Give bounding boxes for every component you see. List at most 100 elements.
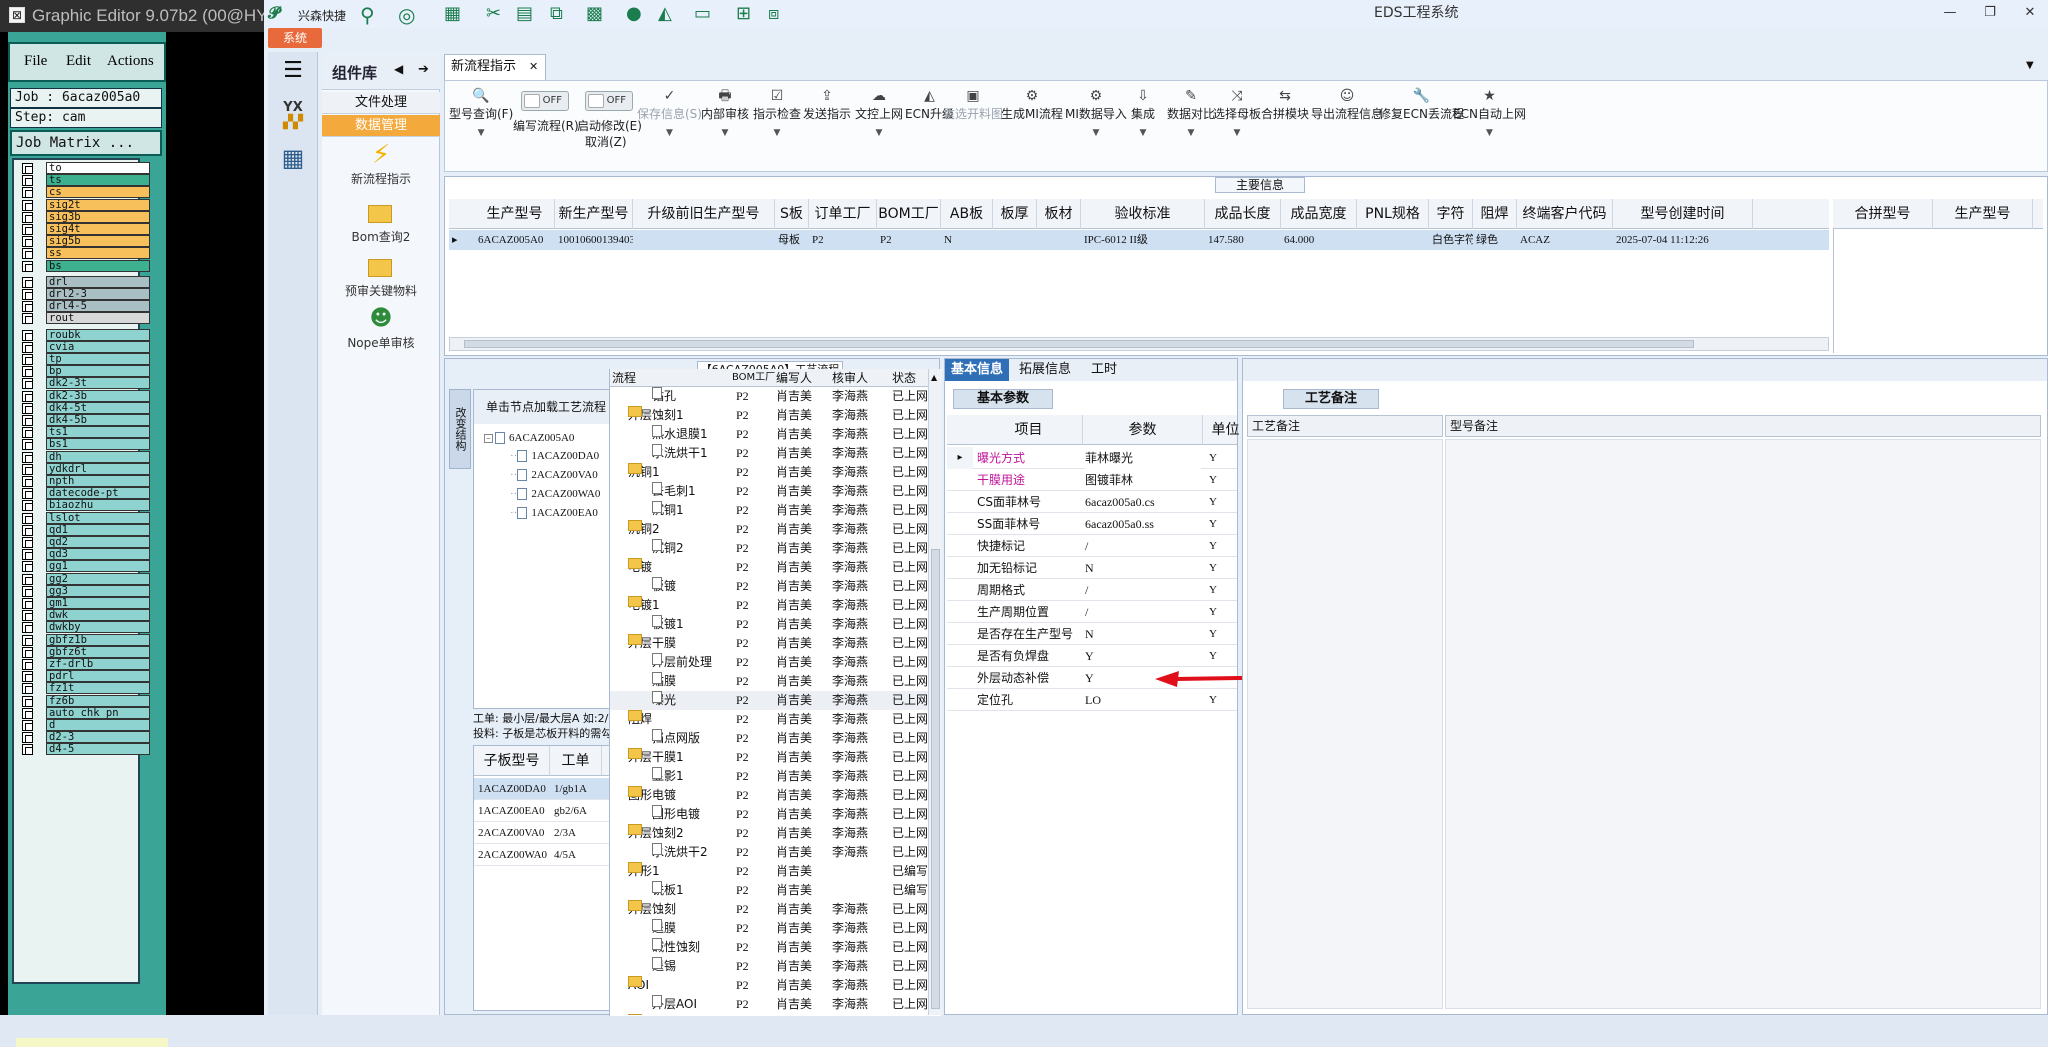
step-row[interactable]: −电镀1 P2 肖吉美 李海燕 已上网: [610, 596, 928, 615]
dropdown-arrow-icon[interactable]: ▼: [1453, 128, 1526, 138]
layer-row[interactable]: cvia: [18, 340, 150, 353]
layer-checkbox[interactable]: [22, 646, 33, 658]
tree-child-node[interactable]: ·· 2ACAZ00VA0: [510, 469, 598, 482]
basic-params-subtab[interactable]: 基本参数: [953, 389, 1053, 409]
layer-checkbox[interactable]: [22, 236, 33, 248]
layer-checkbox[interactable]: [22, 329, 33, 341]
dropdown-arrow-icon[interactable]: ▼: [449, 128, 513, 138]
toggle-switch[interactable]: OFF: [521, 91, 569, 111]
step-row[interactable]: −阻焊 P2 肖吉美 李海燕 已上网: [610, 710, 928, 729]
dropdown-arrow-icon[interactable]: ▼: [855, 128, 903, 138]
system-tab[interactable]: 系统: [268, 28, 322, 48]
layer-checkbox[interactable]: [22, 313, 33, 325]
layer-row[interactable]: sig3b: [18, 210, 150, 223]
layer-checkbox[interactable]: [22, 561, 33, 573]
step-row[interactable]: −外层蚀刻 P2 肖吉美 李海燕 已上网: [610, 900, 928, 919]
basic-column-header[interactable]: 参数: [1083, 415, 1203, 445]
layer-checkbox[interactable]: [22, 732, 33, 744]
hamburger-menu-icon[interactable]: ☰: [275, 58, 311, 92]
change-structure-tab[interactable]: 改变结构: [449, 389, 471, 469]
step-row[interactable]: 热水退膜1 P2 肖吉美 李海燕 已上网: [610, 425, 928, 444]
layer-checkbox[interactable]: [22, 476, 33, 487]
layer-row[interactable]: d2-3: [18, 731, 150, 744]
ribbon-button-7[interactable]: ☁ 文控上网 ▼: [855, 87, 903, 167]
column-header[interactable]: 合拼型号: [1833, 199, 1933, 229]
main-info-row[interactable]: ▸ 6ACAZ005A0 10010600139403 母板 P2 P2 N IPC-6012…: [449, 230, 1829, 250]
layer-row[interactable]: fz6b: [18, 694, 150, 707]
ge-menu-file[interactable]: File: [24, 53, 47, 70]
layer-checkbox[interactable]: [22, 415, 33, 426]
grid-icon[interactable]: ▩: [586, 3, 612, 27]
dropdown-arrow-icon[interactable]: ▼: [1167, 128, 1215, 138]
layer-row[interactable]: drl4-5: [18, 300, 150, 313]
column-header[interactable]: 验收标准: [1081, 199, 1205, 229]
process-remarks-subtab[interactable]: 工艺备注: [1283, 389, 1379, 409]
param-value[interactable]: N: [1085, 623, 1201, 645]
horizontal-scrollbar[interactable]: [449, 337, 1829, 351]
layer-checkbox[interactable]: [22, 488, 33, 500]
layer-checkbox[interactable]: [22, 378, 33, 390]
step-row[interactable]: −图形电镀 P2 肖吉美 李海燕 已上网: [610, 786, 928, 805]
copy-icon[interactable]: ⧉: [550, 3, 576, 27]
column-header[interactable]: 终端客户代码: [1517, 199, 1613, 229]
layer-row[interactable]: zf-drlb: [18, 658, 150, 670]
lib-item-nope-review[interactable]: ☻ Nope单审核: [322, 304, 440, 351]
step-row[interactable]: 挡点网版 P2 肖吉美 李海燕 已上网: [610, 729, 928, 748]
layer-checkbox[interactable]: [22, 187, 33, 199]
step-row[interactable]: 板镀 P2 肖吉美 李海燕 已上网: [610, 577, 928, 596]
table-icon[interactable]: ▦: [444, 3, 470, 27]
layer-row[interactable]: datecode-pt: [18, 487, 150, 500]
layer-row[interactable]: sig5b: [18, 235, 150, 248]
basic-param-row[interactable]: 加无铅标记 N Y: [947, 557, 1237, 579]
ge-menu-options[interactable]: Options: [172, 53, 212, 70]
scroll-up-icon[interactable]: ▲: [931, 373, 937, 382]
layer-row[interactable]: gm1: [18, 597, 150, 609]
param-value[interactable]: 图镀菲林: [1085, 469, 1201, 491]
sub-column-header[interactable]: 工单: [550, 746, 602, 776]
restore-icon[interactable]: ❐: [1978, 4, 2002, 22]
layer-row[interactable]: drl2-3: [18, 288, 150, 300]
layer-checkbox[interactable]: [22, 659, 33, 670]
ribbon-button-12[interactable]: ⇩ 集成 ▼: [1131, 87, 1155, 167]
param-value[interactable]: 6acaz005a0.ss: [1085, 513, 1201, 535]
layer-row[interactable]: dwk: [18, 609, 150, 622]
basic-column-header[interactable]: 项目: [975, 415, 1083, 445]
column-header[interactable]: AB板: [941, 199, 993, 229]
layer-checkbox[interactable]: [22, 390, 33, 402]
ribbon-button-10[interactable]: ⚙ 生成MI流程: [1001, 87, 1063, 167]
step-row[interactable]: 退锡 P2 肖吉美 李海燕 已上网: [610, 957, 928, 976]
layer-checkbox[interactable]: [22, 720, 33, 731]
layer-row[interactable]: gg1: [18, 560, 150, 573]
layer-checkbox[interactable]: [22, 598, 33, 609]
layer-row[interactable]: fz1t: [18, 682, 150, 695]
dropdown-arrow-icon[interactable]: ▼: [1131, 128, 1155, 138]
layer-row[interactable]: dk4-5b: [18, 414, 150, 426]
ge-menu-actions[interactable]: Actions: [107, 53, 154, 70]
column-header[interactable]: 成品宽度: [1281, 199, 1357, 229]
param-value[interactable]: 菲林曝光: [1085, 447, 1201, 469]
ribbon-button-15[interactable]: ⇆ 合拼模块: [1261, 87, 1309, 167]
layer-row[interactable]: biaozhu: [18, 499, 150, 512]
tree-child-node[interactable]: ·· 2ACAZ00WA0: [510, 488, 600, 501]
layer-row[interactable]: d: [18, 719, 150, 731]
layer-checkbox[interactable]: [22, 354, 33, 365]
step-row[interactable]: 沉铜1 P2 肖吉美 李海燕 已上网: [610, 501, 928, 520]
column-header[interactable]: 型号创建时间: [1613, 199, 1753, 229]
dropdown-arrow-icon[interactable]: ▼: [1065, 128, 1127, 138]
tab-new-process[interactable]: 新流程指示 ✕: [444, 54, 546, 80]
step-row[interactable]: −外层蚀刻1 P2 肖吉美 李海燕 已上网: [610, 406, 928, 425]
column-header[interactable]: 订单工厂: [809, 199, 877, 229]
layer-checkbox[interactable]: [22, 366, 33, 378]
layer-row[interactable]: roubk: [18, 328, 150, 341]
layer-checkbox[interactable]: [22, 260, 33, 272]
ribbon-sub-label[interactable]: 取消(Z): [585, 133, 627, 150]
layer-row[interactable]: gg2: [18, 572, 150, 585]
layer-row[interactable]: bp: [18, 365, 150, 378]
param-value[interactable]: /: [1085, 535, 1201, 557]
layer-checkbox[interactable]: [22, 707, 33, 719]
basic-param-row[interactable]: CS面菲林号 6acaz005a0.cs Y: [947, 491, 1237, 513]
ribbon-button-9[interactable]: ▣ 重选开料图: [943, 87, 1003, 167]
column-header[interactable]: 阻焊: [1473, 199, 1517, 229]
basic-param-row[interactable]: 定位孔 LO Y: [947, 689, 1237, 711]
layer-checkbox[interactable]: [22, 634, 33, 646]
